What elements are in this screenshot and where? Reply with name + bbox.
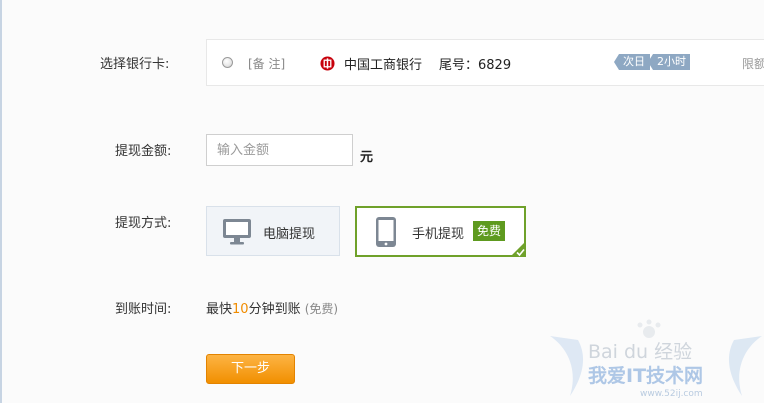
card-tail-number: 尾号：6829 (439, 58, 512, 73)
mobile-withdraw-option[interactable]: 手机提现 免费 (355, 206, 526, 257)
amount-label: 提现金额: (115, 144, 172, 159)
arrival-tag-next-day: 次日 (614, 54, 650, 70)
watermark-top-text: Bai du 经验 (588, 341, 692, 363)
limit-link[interactable]: 限额 (742, 55, 764, 72)
left-border-rule (0, 0, 2, 403)
watermark-url: www.52ij.com (640, 389, 703, 399)
arrival-time-text: 最快10分钟到账 (免费) (206, 298, 338, 317)
site-watermark: Bai du 经验 我爱IT技术网 www.52ij.com (550, 319, 762, 399)
bank-name: 中国工商银行 (344, 58, 423, 73)
bank-card-option[interactable]: [备 注] 中国工商银行 尾号：6829 次日 2小时 限额 (206, 39, 764, 86)
method-label: 提现方式: (115, 216, 172, 231)
amount-input[interactable] (206, 134, 353, 166)
arrival-prefix: 最快 (206, 302, 233, 317)
selected-check-icon (510, 241, 526, 257)
mobile-withdraw-label: 手机提现 (412, 227, 465, 242)
amount-unit: 元 (360, 150, 374, 165)
pc-withdraw-label: 电脑提现 (263, 227, 316, 242)
arrival-minutes: 10 (232, 302, 249, 317)
arrival-suffix: 分钟到账 (248, 302, 301, 317)
bank-card-label: 选择银行卡: (100, 57, 170, 72)
free-badge: 免费 (473, 221, 506, 241)
next-step-button[interactable]: 下一步 (206, 354, 295, 384)
arrival-tag-2-hours: 2小时 (648, 54, 690, 70)
bank-card-radio[interactable] (222, 57, 233, 68)
monitor-icon (223, 219, 251, 245)
watermark-bottom-text: 我爱IT技术网 (588, 364, 703, 387)
icbc-logo-icon (320, 56, 335, 71)
note-link[interactable]: [备 注] (248, 55, 285, 72)
arrival-fee-note: (免费) (304, 302, 339, 316)
arrival-label: 到账时间: (115, 302, 172, 317)
pc-withdraw-option[interactable]: 电脑提现 (206, 206, 340, 256)
tablet-icon (376, 217, 396, 247)
